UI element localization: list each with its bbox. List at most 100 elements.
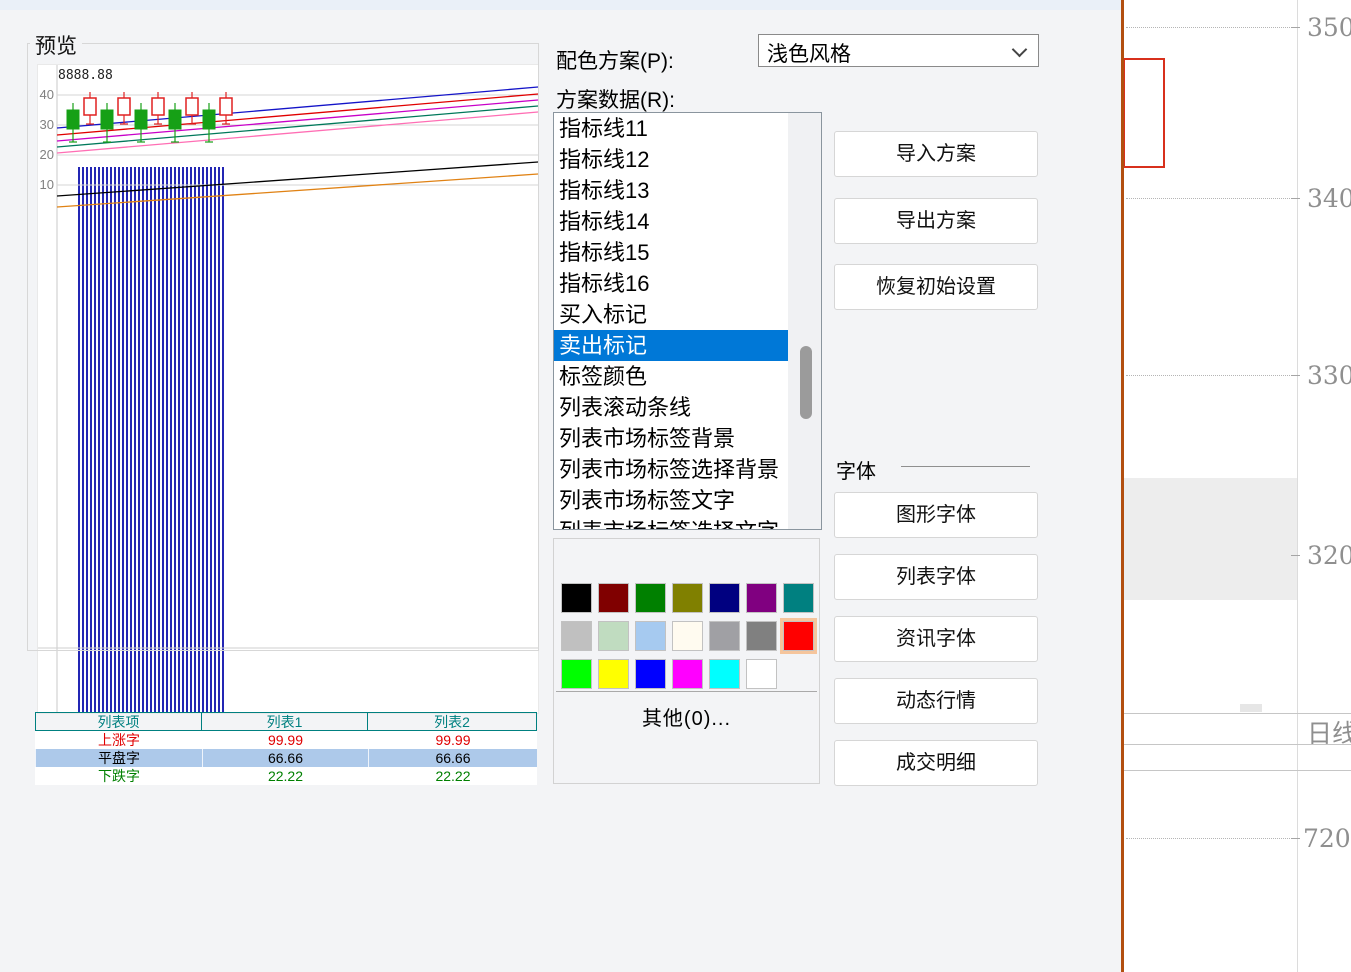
bg-gridline-7200 bbox=[1126, 838, 1292, 839]
import-scheme-button[interactable]: 导入方案 bbox=[834, 131, 1038, 177]
table-cell: 99.99 bbox=[368, 731, 537, 749]
reset-defaults-button[interactable]: 恢复初始设置 bbox=[834, 264, 1038, 310]
table-header-cell: 列表项 bbox=[35, 712, 202, 731]
color-swatch[interactable] bbox=[672, 621, 703, 651]
color-swatch[interactable] bbox=[561, 583, 592, 613]
scheme-label: 配色方案(P): bbox=[556, 45, 674, 75]
other-color-button[interactable]: 其他(0)... bbox=[554, 702, 819, 731]
bg-tick bbox=[1291, 375, 1300, 376]
quotes-font-button[interactable]: 动态行情 bbox=[834, 678, 1038, 724]
color-swatch[interactable] bbox=[709, 659, 740, 689]
export-scheme-button[interactable]: 导出方案 bbox=[834, 198, 1038, 244]
bg-axis-label-320: 320 bbox=[1307, 541, 1351, 570]
details-font-button[interactable]: 成交明细 bbox=[834, 740, 1038, 786]
list-font-button[interactable]: 列表字体 bbox=[834, 554, 1038, 600]
scheme-list-item[interactable]: 列表市场标签文字 bbox=[554, 485, 793, 516]
bg-gridline-350 bbox=[1126, 27, 1292, 28]
scheme-list-scrollbar[interactable] bbox=[788, 113, 821, 529]
table-cell: 22.22 bbox=[368, 767, 537, 785]
color-swatch[interactable] bbox=[709, 621, 740, 651]
bg-scrollbar-chip bbox=[1240, 704, 1262, 712]
preview-chart-panel: 8888.88 40 30 20 10 bbox=[37, 64, 539, 714]
color-swatch[interactable] bbox=[746, 659, 777, 689]
table-cell: 99.99 bbox=[202, 731, 368, 749]
scheme-list-item[interactable]: 列表滚动条线 bbox=[554, 392, 793, 423]
color-swatch[interactable] bbox=[561, 659, 592, 689]
scheme-list-item[interactable]: 指标线15 bbox=[554, 237, 793, 268]
preview-chart-svg bbox=[38, 65, 538, 713]
bg-highlight-band bbox=[1124, 478, 1297, 600]
color-swatch[interactable] bbox=[598, 659, 629, 689]
scheme-data-label: 方案数据(R): bbox=[556, 84, 675, 114]
preview-price-label: 8888.88 bbox=[58, 68, 113, 83]
preview-ytick: 40 bbox=[38, 87, 54, 102]
scheme-list-items: 指标线11指标线12指标线13指标线14指标线15指标线16买入标记卖出标记标签… bbox=[554, 113, 821, 530]
scheme-list-item[interactable]: 列表市场标签选择背景 bbox=[554, 454, 793, 485]
color-swatch[interactable] bbox=[783, 583, 814, 613]
bg-axis-label-350: 350 bbox=[1307, 13, 1351, 42]
font-section-label: 字体 bbox=[836, 455, 876, 484]
color-swatch[interactable] bbox=[635, 659, 666, 689]
table-cell: 66.66 bbox=[202, 749, 368, 767]
preview-ytick: 20 bbox=[38, 147, 54, 162]
scheme-list-item[interactable]: 指标线16 bbox=[554, 268, 793, 299]
color-swatch[interactable] bbox=[783, 621, 814, 651]
table-header-cell: 列表1 bbox=[202, 712, 368, 731]
scheme-list-item[interactable]: 标签颜色 bbox=[554, 361, 793, 392]
bg-chart-candle-outline bbox=[1123, 58, 1165, 168]
news-font-button[interactable]: 资讯字体 bbox=[834, 616, 1038, 662]
color-swatch[interactable] bbox=[672, 583, 703, 613]
scheme-dropdown[interactable]: 浅色风格 bbox=[758, 34, 1039, 67]
preview-ytick: 10 bbox=[38, 177, 54, 192]
bg-tick bbox=[1291, 838, 1300, 839]
preview-indicator-lines bbox=[57, 87, 538, 153]
preview-table: 列表项列表1列表2上涨字99.9999.99平盘字66.6666.66下跌字22… bbox=[35, 712, 537, 785]
bg-gridline-340 bbox=[1126, 198, 1292, 199]
color-swatch[interactable] bbox=[598, 583, 629, 613]
scheme-list-item[interactable]: 列表市场标签背景 bbox=[554, 423, 793, 454]
chart-font-button[interactable]: 图形字体 bbox=[834, 492, 1038, 538]
bg-axis-label-330: 330 bbox=[1307, 361, 1351, 390]
color-swatch[interactable] bbox=[561, 621, 592, 651]
scheme-list-item[interactable]: 指标线12 bbox=[554, 144, 793, 175]
table-cell: 上涨字 bbox=[35, 731, 202, 749]
table-cell: 平盘字 bbox=[35, 749, 202, 767]
palette-divider bbox=[556, 691, 817, 692]
table-row[interactable]: 下跌字22.2222.22 bbox=[35, 767, 537, 785]
preview-ytick: 30 bbox=[38, 117, 54, 132]
color-swatch[interactable] bbox=[598, 621, 629, 651]
bg-hline bbox=[1124, 770, 1351, 771]
scheme-list-item[interactable]: 列表市场标签选择文字 bbox=[554, 516, 793, 530]
color-swatch[interactable] bbox=[635, 583, 666, 613]
table-row[interactable]: 上涨字99.9999.99 bbox=[35, 731, 537, 749]
color-swatch[interactable] bbox=[672, 659, 703, 689]
scrollbar-thumb[interactable] bbox=[800, 346, 812, 419]
color-swatch-grid bbox=[561, 583, 814, 697]
table-cell: 下跌字 bbox=[35, 767, 202, 785]
bg-gridline-330 bbox=[1126, 375, 1292, 376]
scheme-list-item[interactable]: 买入标记 bbox=[554, 299, 793, 330]
color-swatch[interactable] bbox=[635, 621, 666, 651]
table-header-cell: 列表2 bbox=[368, 712, 537, 731]
bg-period-label[interactable]: 日线 bbox=[1307, 714, 1351, 750]
scheme-list[interactable]: 指标线11指标线12指标线13指标线14指标线15指标线16买入标记卖出标记标签… bbox=[553, 112, 822, 530]
color-swatch[interactable] bbox=[746, 583, 777, 613]
bg-volume-label: 7200 bbox=[1303, 824, 1351, 853]
chevron-down-icon bbox=[1012, 42, 1028, 58]
table-row[interactable]: 平盘字66.6666.66 bbox=[35, 749, 537, 767]
bg-tick bbox=[1291, 27, 1300, 28]
color-swatch[interactable] bbox=[709, 583, 740, 613]
preview-group-label: 预览 bbox=[30, 30, 82, 60]
dialog-top-strip bbox=[0, 0, 1121, 10]
color-settings-dialog: 8888.88 40 30 20 10 预览 列表项列表1列表2上涨字99.99… bbox=[0, 0, 1121, 972]
scheme-list-item[interactable]: 卖出标记 bbox=[554, 330, 793, 361]
color-swatch[interactable] bbox=[746, 621, 777, 651]
scheme-list-item[interactable]: 指标线14 bbox=[554, 206, 793, 237]
bg-axis-vline bbox=[1297, 0, 1298, 972]
table-cell: 22.22 bbox=[202, 767, 368, 785]
scheme-list-item[interactable]: 指标线13 bbox=[554, 175, 793, 206]
bg-tick bbox=[1291, 198, 1300, 199]
scheme-list-item[interactable]: 指标线11 bbox=[554, 113, 793, 144]
color-palette-panel: 其他(0)... bbox=[553, 538, 820, 784]
chart-window-border bbox=[1121, 0, 1124, 972]
